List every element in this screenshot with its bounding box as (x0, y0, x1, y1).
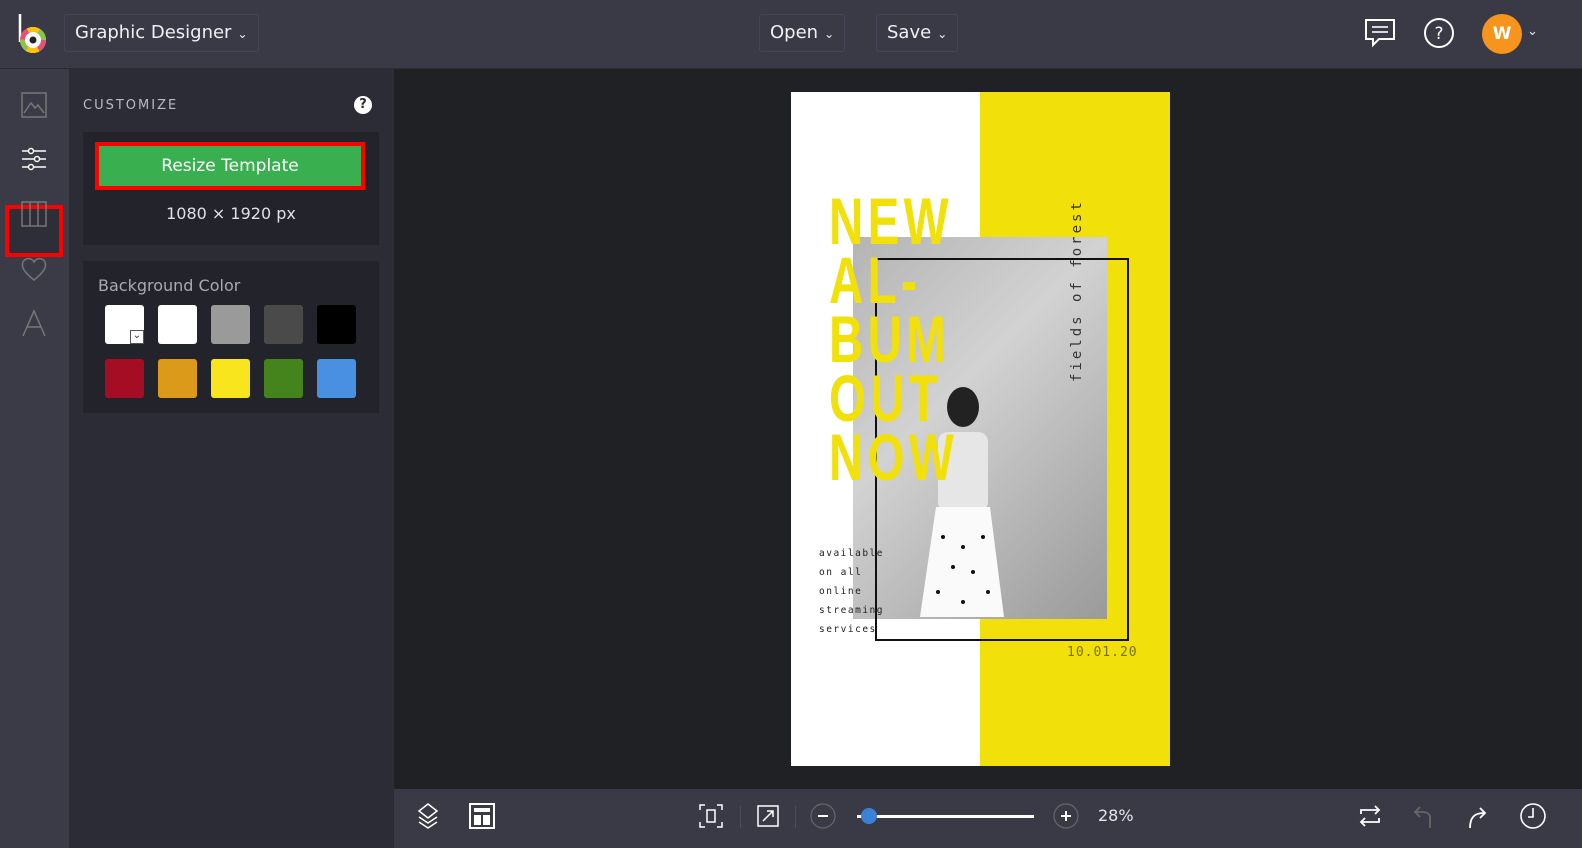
top-bar: Graphic Designer ⌄ Open ⌄ Save ⌄ ? W ⌄ (0, 0, 1582, 69)
chevron-down-icon: ⌄ (130, 330, 144, 344)
color-swatch[interactable] (317, 359, 356, 398)
availability-line: streaming (819, 605, 884, 616)
save-button[interactable]: Save ⌄ (876, 14, 959, 52)
text-icon[interactable] (20, 309, 48, 337)
zoom-slider-thumb[interactable] (861, 808, 877, 824)
app-menu-label: Graphic Designer (75, 22, 232, 43)
history-icon[interactable] (1519, 802, 1547, 830)
feedback-icon[interactable] (1363, 16, 1397, 50)
save-label: Save (887, 22, 932, 43)
help-icon[interactable]: ? (1422, 16, 1456, 50)
date-text[interactable]: 10.01.20 (1067, 645, 1138, 660)
color-swatch[interactable] (211, 305, 250, 344)
color-swatch[interactable] (317, 305, 356, 344)
open-button[interactable]: Open ⌄ (759, 14, 846, 52)
chevron-down-icon: ⌄ (937, 27, 948, 41)
open-label: Open (770, 22, 819, 43)
divider (740, 806, 741, 828)
svg-text:?: ? (1434, 24, 1443, 44)
chevron-down-icon[interactable]: ⌄ (1527, 24, 1538, 39)
undo-icon[interactable] (1410, 802, 1438, 830)
resize-template-button[interactable]: Resize Template (95, 142, 365, 190)
side-text[interactable]: fields of forest (1069, 199, 1093, 382)
fit-to-screen-icon[interactable] (697, 802, 725, 830)
customize-panel: CUSTOMIZE ? Resize Template 1080 × 1920 … (69, 69, 394, 848)
availability-text[interactable]: available on all online streaming servic… (819, 544, 884, 639)
custom-color-picker[interactable]: ⌄ (105, 305, 144, 344)
app-menu-dropdown[interactable]: Graphic Designer ⌄ (64, 14, 259, 52)
availability-line: services (819, 624, 877, 635)
swap-icon[interactable] (1356, 802, 1384, 830)
color-swatch[interactable] (264, 305, 303, 344)
layers-icon[interactable] (414, 802, 442, 830)
availability-line: on all (819, 567, 863, 578)
canvas-dimensions: 1080 × 1920 px (166, 204, 296, 223)
color-swatch[interactable] (158, 359, 197, 398)
design-canvas[interactable]: NEW AL- BUM OUT NOW fields of forest ava… (791, 92, 1170, 766)
zoom-in-icon[interactable] (1052, 802, 1080, 830)
color-swatch[interactable] (105, 359, 144, 398)
chevron-down-icon: ⌄ (824, 27, 835, 41)
image-icon[interactable] (20, 91, 48, 119)
help-icon[interactable]: ? (354, 96, 372, 114)
background-color-label: Background Color (98, 276, 241, 295)
redo-icon[interactable] (1464, 802, 1492, 830)
divider (795, 806, 796, 828)
layout-columns-icon[interactable] (20, 200, 48, 228)
panel-title: CUSTOMIZE (83, 98, 179, 113)
color-swatch[interactable] (211, 359, 250, 398)
expand-icon[interactable] (754, 802, 782, 830)
bottom-toolbar: 28% (394, 789, 1582, 848)
zoom-out-icon[interactable] (809, 802, 837, 830)
color-swatch[interactable] (158, 305, 197, 344)
template-layout-icon[interactable] (468, 802, 496, 830)
side-text-label: fields of forest (1069, 199, 1085, 382)
resize-card: Resize Template 1080 × 1920 px (83, 132, 379, 245)
sliders-icon[interactable] (20, 145, 48, 173)
availability-line: available (819, 548, 884, 559)
logo[interactable] (16, 12, 52, 56)
headline[interactable]: NEW AL- BUM OUT NOW (829, 188, 959, 494)
tool-sidebar (0, 69, 69, 848)
zoom-level: 28% (1098, 806, 1134, 825)
headline-line: NOW (829, 420, 959, 494)
color-swatch[interactable] (264, 359, 303, 398)
avatar[interactable]: W (1482, 14, 1522, 54)
background-color-card: Background Color ⌄ (83, 261, 379, 413)
zoom-slider-track[interactable] (857, 815, 1034, 818)
heart-icon[interactable] (20, 255, 48, 283)
availability-line: online (819, 586, 863, 597)
chevron-down-icon: ⌄ (237, 27, 248, 41)
